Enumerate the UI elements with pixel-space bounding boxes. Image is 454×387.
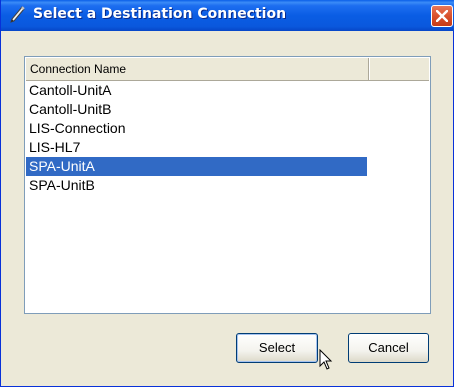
pen-icon	[8, 5, 28, 25]
list-rows: Cantoll-UnitA Cantoll-UnitB LIS-Connecti…	[26, 81, 367, 195]
list-item[interactable]: LIS-Connection	[26, 119, 367, 138]
connection-list[interactable]: Connection Name Cantoll-UnitA Cantoll-Un…	[24, 56, 431, 314]
column-header-connection-name[interactable]: Connection Name	[26, 58, 369, 80]
list-item[interactable]: Cantoll-UnitA	[26, 81, 367, 100]
title-bar[interactable]: Select a Destination Connection	[1, 0, 454, 31]
close-button[interactable]	[431, 5, 453, 27]
close-icon	[436, 10, 448, 22]
list-item[interactable]: LIS-HL7	[26, 138, 367, 157]
window-title: Select a Destination Connection	[33, 6, 287, 22]
dialog-window: Select a Destination Connection Connecti…	[0, 0, 454, 387]
list-item[interactable]: SPA-UnitB	[26, 176, 367, 195]
column-header-empty[interactable]	[369, 58, 431, 80]
list-item-selected[interactable]: SPA-UnitA	[26, 157, 367, 176]
select-button[interactable]: Select	[236, 333, 318, 363]
list-header: Connection Name	[26, 58, 429, 81]
list-item[interactable]: Cantoll-UnitB	[26, 100, 367, 119]
mouse-cursor-icon	[319, 348, 333, 376]
cancel-button[interactable]: Cancel	[348, 333, 429, 363]
